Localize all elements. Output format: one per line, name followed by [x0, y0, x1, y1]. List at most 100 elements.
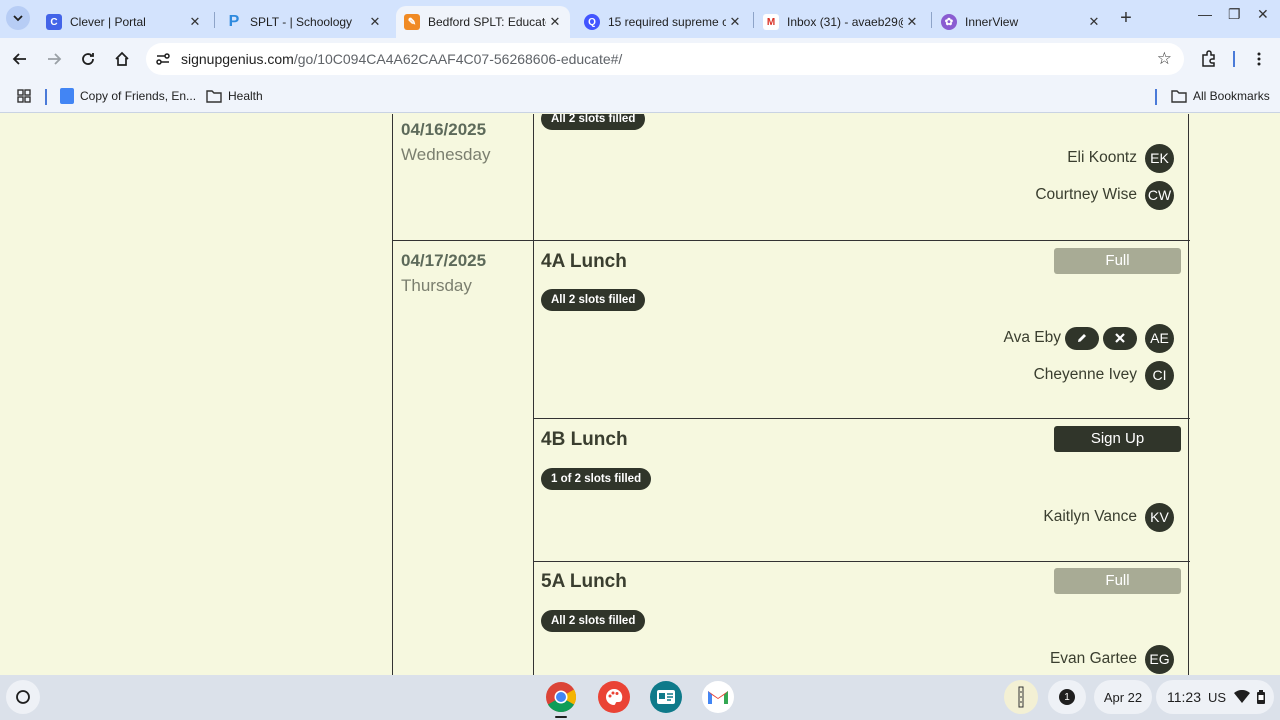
participant-name: Evan Gartee: [1049, 650, 1137, 667]
bookmark-folder-health[interactable]: Health: [206, 86, 263, 106]
locale-text: US: [1208, 689, 1227, 705]
avatar: EK: [1145, 143, 1174, 173]
tab-title: SPLT - | Schoology: [250, 15, 353, 29]
date-tray[interactable]: Apr 22: [1094, 680, 1152, 714]
participant-name: Kaitlyn Vance: [1043, 508, 1137, 525]
close-icon[interactable]: ✕: [726, 13, 744, 31]
tab-title: Bedford SPLT: Educate: [428, 15, 546, 29]
edit-signup-button[interactable]: [1065, 326, 1099, 350]
participant-name: Ava Eby: [1003, 329, 1061, 346]
innerview-icon: ✿: [941, 14, 957, 30]
extensions-button[interactable]: [1197, 47, 1221, 71]
launcher-button[interactable]: [6, 680, 40, 714]
url-text: signupgenius.com/go/10C094CA4A62CAAF4C07…: [181, 51, 622, 67]
date-label: 04/16/2025: [401, 120, 487, 139]
participant-name: Eli Koontz: [1067, 149, 1137, 166]
clever-icon: C: [46, 14, 62, 30]
reload-button[interactable]: [76, 47, 100, 71]
tab-innerview[interactable]: ✿ InnerView ✕: [933, 6, 1109, 38]
tab-strip: C Clever | Portal ✕ P SPLT - | Schoology…: [0, 0, 1280, 38]
chrome-app[interactable]: [545, 681, 577, 713]
toolbar-divider: [1233, 51, 1235, 67]
canvas-app[interactable]: [598, 681, 630, 713]
bookmark-label: Copy of Friends, En...: [80, 89, 197, 103]
tab-schoology[interactable]: P SPLT - | Schoology ✕: [218, 6, 390, 38]
remove-signup-button[interactable]: [1103, 326, 1137, 350]
date-column-divider: [533, 114, 534, 675]
close-icon[interactable]: ✕: [366, 13, 384, 31]
new-tab-button[interactable]: +: [1116, 8, 1136, 28]
browser-toolbar: signupgenius.com/go/10C094CA4A62CAAF4C07…: [0, 38, 1280, 80]
close-icon[interactable]: ✕: [1085, 13, 1103, 31]
site-info-icon[interactable]: [154, 50, 172, 73]
launcher-circle-icon: [16, 690, 30, 704]
active-app-indicator: [555, 716, 567, 718]
back-button[interactable]: [8, 47, 32, 71]
avatar: CW: [1145, 180, 1174, 210]
participant-row: Eli Koontz EK: [1067, 143, 1174, 173]
bookmark-docs[interactable]: Copy of Friends, En...: [60, 86, 196, 106]
wifi-icon: [1234, 690, 1251, 703]
tab-separator: [753, 12, 754, 28]
arrow-right-icon: [48, 53, 62, 65]
address-bar[interactable]: signupgenius.com/go/10C094CA4A62CAAF4C07…: [146, 43, 1184, 75]
tab-signupgenius[interactable]: ✎ Bedford SPLT: Educate ✕: [396, 6, 570, 38]
participant-name: Courtney Wise: [1035, 186, 1137, 203]
avatar: KV: [1145, 502, 1174, 532]
date-text: Apr 22: [1103, 689, 1143, 705]
tab-quizlet[interactable]: Q 15 required supreme c ✕: [576, 6, 750, 38]
slot-divider: [533, 561, 1190, 562]
all-bookmarks-button[interactable]: All Bookmarks: [1171, 86, 1270, 106]
chevron-down-icon: [13, 15, 23, 22]
reload-icon: [82, 53, 94, 65]
docs-icon: [60, 88, 74, 104]
close-icon[interactable]: ✕: [186, 13, 204, 31]
participant-row: Ava Eby AE: [1004, 323, 1174, 353]
close-icon[interactable]: ✕: [546, 13, 564, 31]
full-button: Full: [1054, 248, 1181, 274]
notification-tray[interactable]: 1: [1048, 680, 1086, 714]
avatar: AE: [1145, 323, 1174, 353]
bookmarks-bar: Copy of Friends, En... Health All Bookma…: [0, 80, 1280, 113]
close-icon[interactable]: ✕: [903, 13, 921, 31]
gmail-app[interactable]: [702, 681, 734, 713]
quizlet-icon: Q: [584, 14, 600, 30]
classroom-app[interactable]: [650, 681, 682, 713]
slots-status-badge: All 2 slots filled: [541, 114, 646, 130]
slot-title: 4B Lunch: [541, 429, 628, 450]
bookmark-label: Health: [228, 89, 263, 103]
row-divider: [393, 240, 1190, 241]
status-tray[interactable]: 11:23 US: [1156, 680, 1274, 714]
time-text: 11:23: [1167, 689, 1201, 705]
minimize-icon[interactable]: —: [1198, 6, 1212, 22]
tab-search-button[interactable]: [6, 6, 30, 30]
bookmark-label: All Bookmarks: [1193, 89, 1270, 103]
apps-button[interactable]: [16, 86, 32, 106]
bookmark-star-icon[interactable]: ☆: [1157, 49, 1172, 69]
close-window-icon[interactable]: ✕: [1257, 6, 1269, 23]
tab-title: Inbox (31) - avaeb29@: [787, 15, 903, 29]
tab-separator: [214, 12, 215, 28]
participant-row: Courtney Wise CW: [1035, 180, 1174, 210]
os-shelf: 1 Apr 22 11:23 US: [0, 675, 1280, 720]
home-button[interactable]: [110, 47, 134, 71]
restore-icon[interactable]: ❐: [1228, 6, 1241, 23]
pencil-icon: [1078, 334, 1086, 342]
battery-icon: [1257, 690, 1266, 704]
participant-name: Cheyenne Ivey: [1033, 366, 1137, 383]
participant-row: Cheyenne Ivey CI: [1034, 360, 1174, 390]
chrome-icon: [546, 682, 577, 713]
slots-status-badge: All 2 slots filled: [541, 289, 646, 311]
more-vert-icon: [1257, 52, 1261, 66]
tab-title: Clever | Portal: [70, 15, 146, 29]
bookmarks-divider: [45, 89, 47, 105]
id-card-icon: [657, 690, 675, 704]
gmail-icon: M: [763, 14, 779, 30]
forward-button[interactable]: [42, 47, 66, 71]
sign-up-button[interactable]: Sign Up: [1054, 426, 1181, 452]
menu-button[interactable]: [1247, 47, 1271, 71]
avatar: CI: [1145, 360, 1174, 390]
tab-gmail[interactable]: M Inbox (31) - avaeb29@ ✕: [755, 6, 927, 38]
notes-tray-button[interactable]: [1004, 680, 1038, 714]
tab-clever[interactable]: C Clever | Portal ✕: [38, 6, 210, 38]
